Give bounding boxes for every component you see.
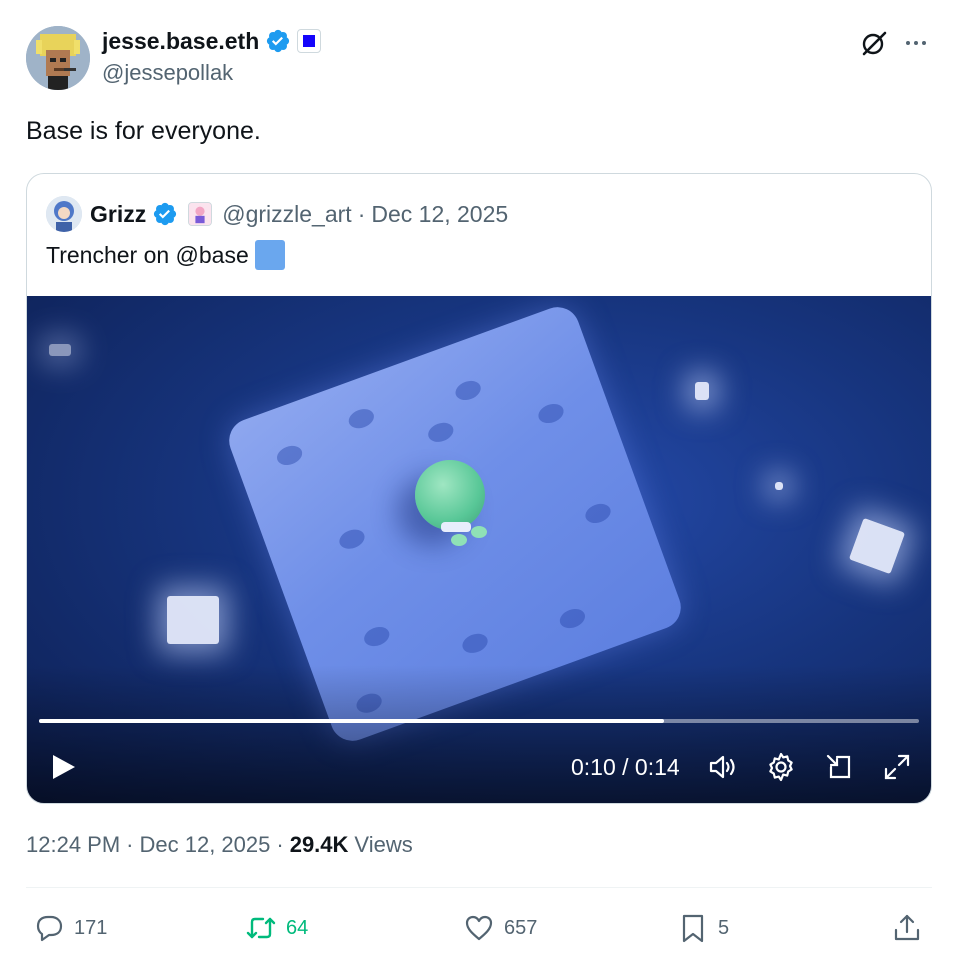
verified-check-icon[interactable]	[152, 201, 178, 227]
separator-dot: ·	[276, 832, 284, 857]
quote-text: Trencher on @base	[46, 241, 249, 268]
video-progress-bar[interactable]	[39, 719, 919, 723]
like-button[interactable]: 657	[462, 908, 537, 948]
like-count: 657	[504, 916, 538, 939]
character-feet	[431, 522, 491, 552]
quote-text-row: Trencher on @base	[46, 238, 285, 272]
fullscreen-icon[interactable]	[881, 751, 913, 783]
tweet-time[interactable]: 12:24 PM	[26, 832, 120, 858]
glow-cube	[775, 482, 783, 490]
separator-dot: ·	[126, 832, 134, 857]
glow-cube	[49, 344, 71, 356]
verified-check-icon[interactable]	[265, 28, 291, 54]
author-display-name[interactable]: jesse.base.eth	[102, 28, 259, 55]
divider	[26, 887, 932, 888]
settings-gear-icon[interactable]	[765, 751, 797, 783]
reply-button[interactable]: 171	[32, 908, 107, 948]
reply-bubble-icon	[32, 911, 66, 945]
character-figure	[415, 460, 485, 530]
quote-tweet-card[interactable]: Grizz @grizzle_art · Dec 12, 2025 Trench…	[26, 173, 932, 804]
tweet-date[interactable]: Dec 12, 2025	[140, 832, 271, 858]
more-icon[interactable]	[900, 30, 932, 56]
quote-affiliate-badge[interactable]	[188, 202, 213, 226]
glow-cube	[848, 517, 906, 575]
author-name-row: jesse.base.eth	[102, 26, 322, 56]
bookmark-button[interactable]: 5	[676, 908, 729, 948]
blue-square-emoji	[254, 240, 285, 270]
quote-author-avatar[interactable]	[46, 196, 82, 232]
play-icon[interactable]	[47, 751, 79, 783]
bookmark-icon	[676, 911, 710, 945]
video-controls-shade	[27, 665, 931, 803]
views-count[interactable]: 29.4K	[290, 832, 349, 858]
quote-handle[interactable]: @grizzle_art	[222, 201, 351, 228]
share-button[interactable]	[890, 908, 924, 948]
affiliate-badge[interactable]	[297, 29, 322, 53]
reply-count: 171	[74, 916, 108, 939]
glow-cube	[695, 382, 709, 400]
bookmark-count: 5	[718, 916, 730, 939]
quote-date[interactable]: Dec 12, 2025	[371, 201, 508, 228]
retweet-count: 64	[286, 916, 309, 939]
retweet-arrows-icon	[244, 911, 278, 945]
tweet-meta: 12:24 PM · Dec 12, 2025 · 29.4K Views	[26, 832, 413, 858]
heart-icon	[462, 911, 496, 945]
volume-icon[interactable]	[707, 751, 739, 783]
video-progress-fill	[39, 719, 664, 723]
views-label[interactable]: Views	[354, 832, 412, 858]
author-avatar[interactable]	[26, 26, 90, 90]
video-time: 0:10 / 0:14	[571, 754, 680, 780]
quote-display-name[interactable]: Grizz	[90, 201, 146, 228]
grok-icon[interactable]	[858, 27, 890, 59]
retweet-button[interactable]: 64	[244, 908, 308, 948]
separator-dot: ·	[357, 200, 366, 227]
picture-in-picture-icon[interactable]	[823, 751, 855, 783]
video-player[interactable]: 0:10 / 0:14	[27, 296, 931, 803]
share-upload-icon	[890, 911, 924, 945]
tweet-text: Base is for everyone.	[26, 117, 261, 145]
glow-cube	[167, 596, 219, 644]
quote-header: Grizz @grizzle_art · Dec 12, 2025	[90, 198, 508, 230]
author-handle[interactable]: @jessepollak	[102, 60, 233, 86]
